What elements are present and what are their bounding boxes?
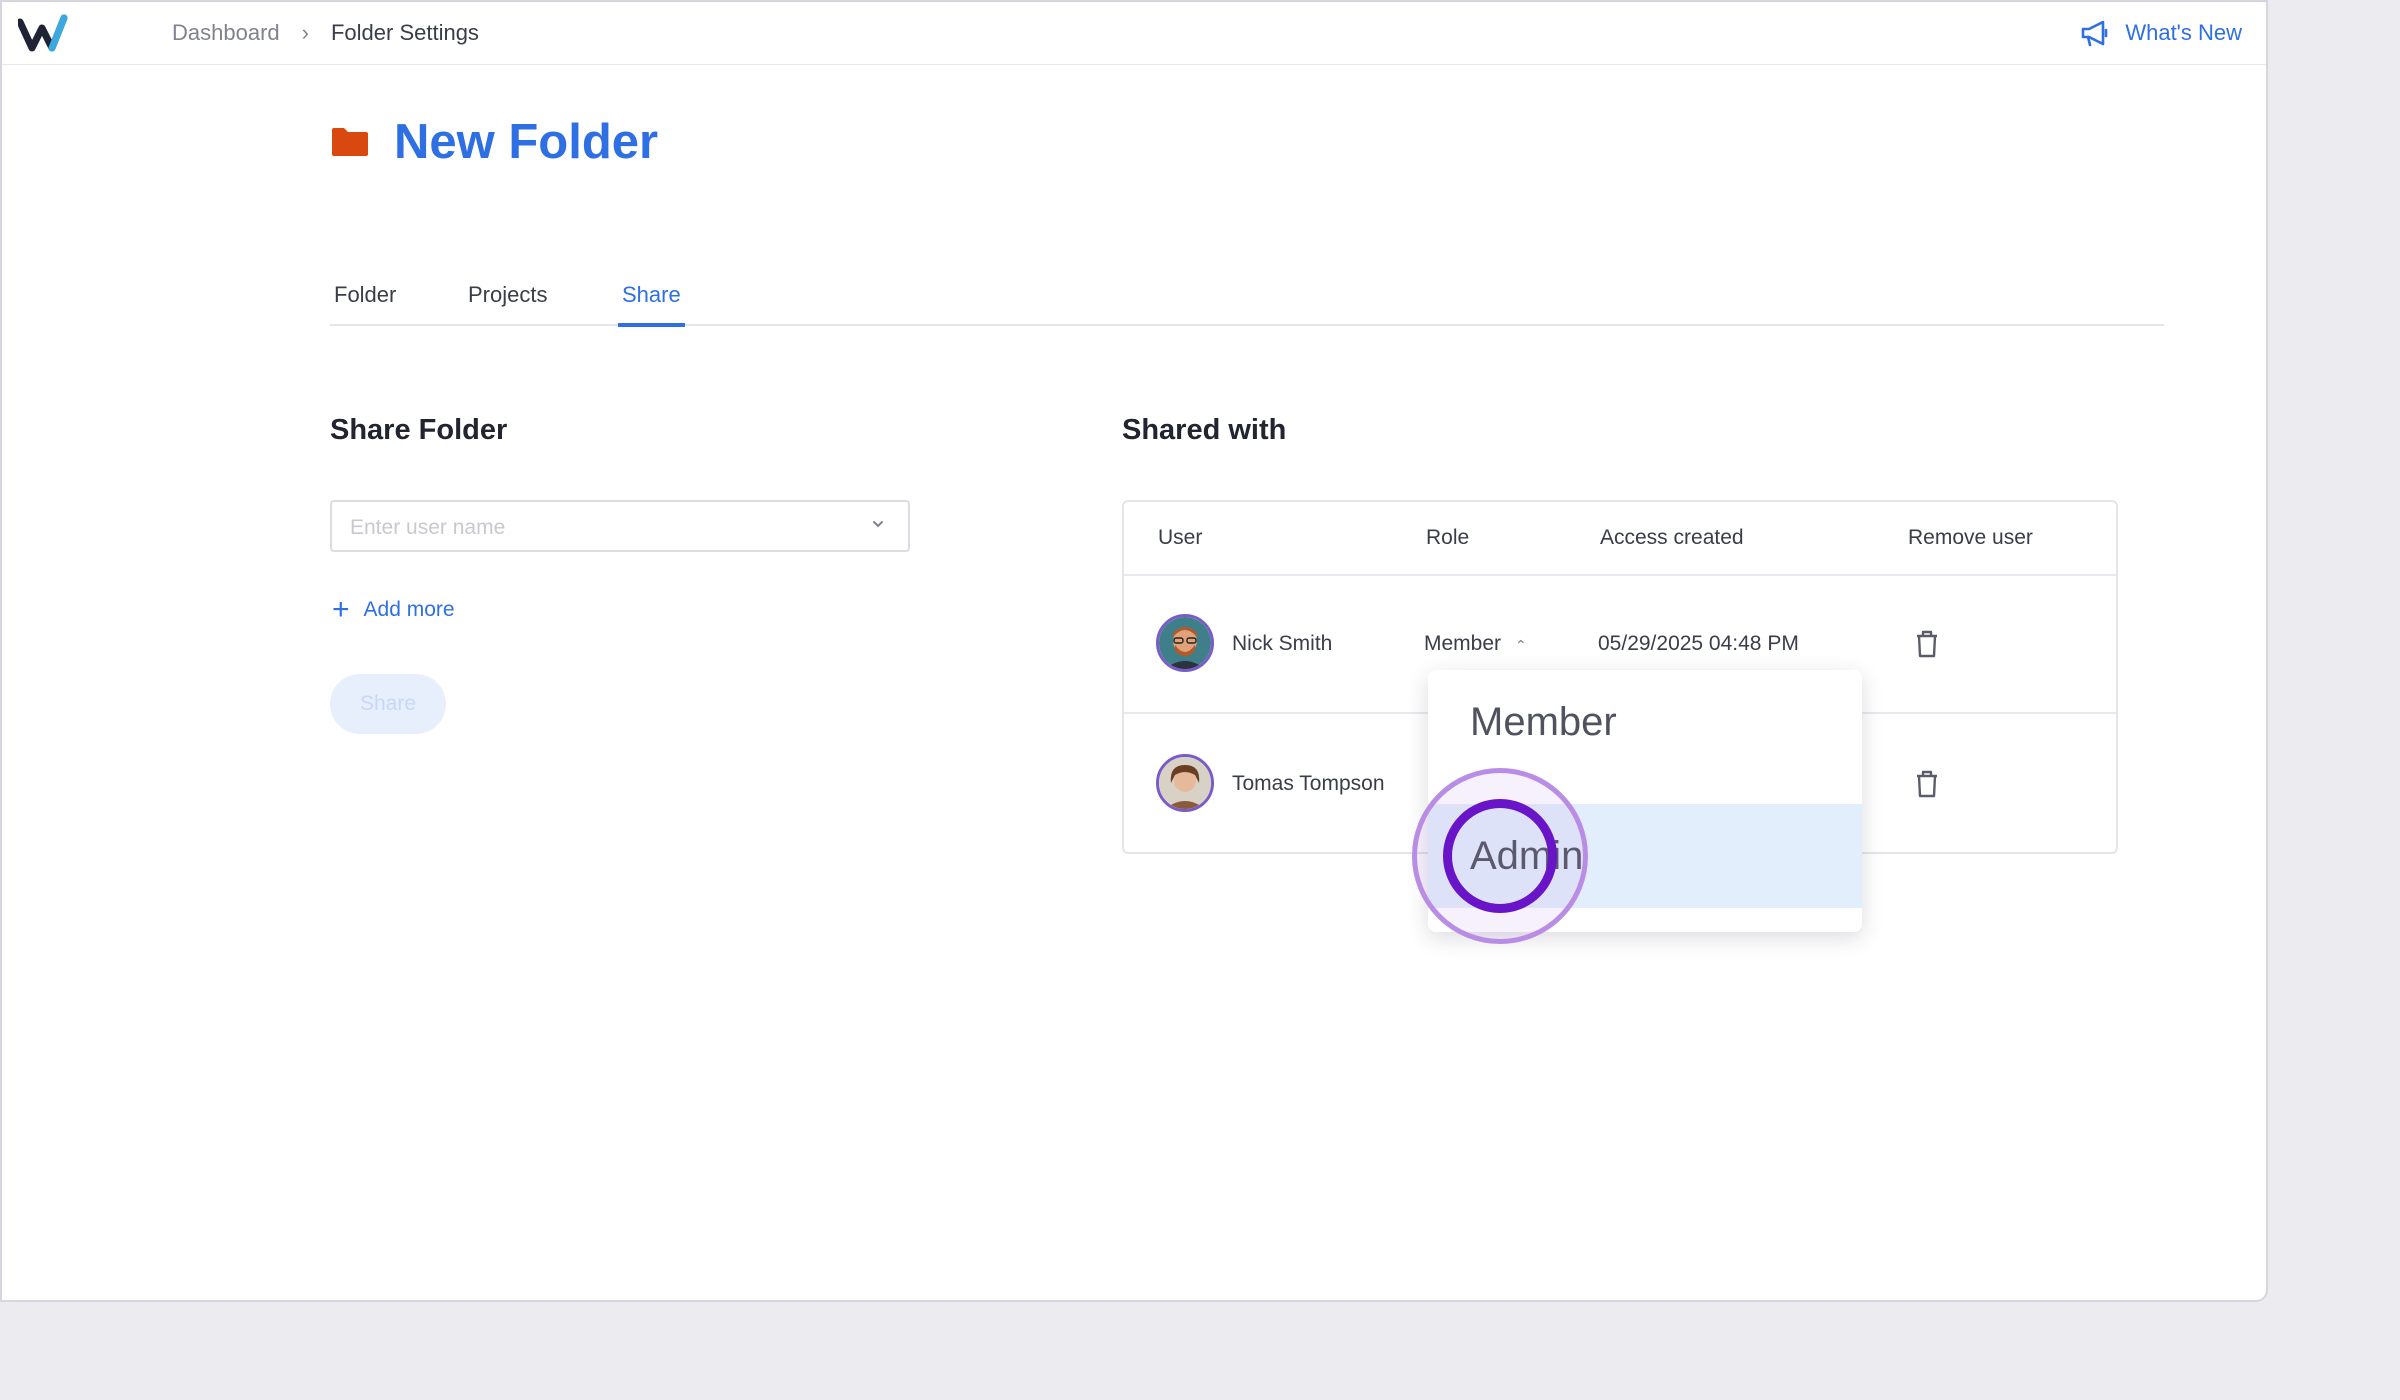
app-logo[interactable] <box>18 14 78 54</box>
trash-icon[interactable] <box>1914 630 1940 658</box>
role-select[interactable]: Member ⌃ <box>1424 632 1527 656</box>
top-bar: Dashboard › Folder Settings What's New <box>2 2 2266 65</box>
avatar <box>1156 754 1214 812</box>
plus-icon: + <box>332 593 350 626</box>
whats-new-label: What's New <box>2125 20 2242 45</box>
breadcrumb-current: Folder Settings <box>330 20 479 45</box>
megaphone-icon <box>2082 20 2108 47</box>
tab-bar: Folder Projects Share <box>330 278 2164 327</box>
folder-icon <box>332 128 368 156</box>
tab-folder[interactable]: Folder <box>334 282 396 326</box>
add-more-button[interactable]: + Add more <box>332 593 455 626</box>
user-name-select[interactable]: Enter user name <box>330 500 910 552</box>
avatar <box>1156 614 1214 672</box>
add-more-label: Add more <box>363 598 455 621</box>
app-window: Dashboard › Folder Settings What's New N… <box>0 0 2268 1302</box>
header-divider <box>1124 574 2116 576</box>
chevron-up-icon: ⌃ <box>1515 637 1527 653</box>
access-created: 05/29/2025 04:48 PM <box>1598 632 1799 655</box>
tab-share[interactable]: Share <box>618 282 685 327</box>
role-option-label: Member <box>1470 700 1617 744</box>
breadcrumb-dashboard[interactable]: Dashboard <box>172 20 280 46</box>
click-indicator <box>1443 799 1557 913</box>
page-header: New Folder <box>330 114 658 170</box>
breadcrumb-separator: › <box>301 20 309 45</box>
user-name: Tomas Tompson <box>1232 772 1385 795</box>
page-title: New Folder <box>394 115 659 169</box>
shared-with-title: Shared with <box>1122 414 1287 446</box>
column-header-remove-user: Remove user <box>1908 526 2033 549</box>
whats-new-link[interactable]: What's New <box>2079 18 2242 48</box>
tab-projects[interactable]: Projects <box>468 282 547 326</box>
chevron-down-icon <box>873 521 883 528</box>
user-name: Nick Smith <box>1232 632 1333 655</box>
column-header-user: User <box>1158 526 1203 549</box>
column-header-access-created: Access created <box>1600 526 1744 549</box>
column-header-role: Role <box>1426 526 1470 549</box>
role-value: Member <box>1424 632 1502 655</box>
share-button[interactable]: Share <box>330 674 446 734</box>
breadcrumb: Dashboard › Folder Settings <box>172 20 479 46</box>
user-name-placeholder: Enter user name <box>350 516 506 539</box>
share-folder-title: Share Folder <box>330 414 508 446</box>
role-option-member[interactable]: Member <box>1428 670 1862 774</box>
trash-icon[interactable] <box>1914 770 1940 798</box>
